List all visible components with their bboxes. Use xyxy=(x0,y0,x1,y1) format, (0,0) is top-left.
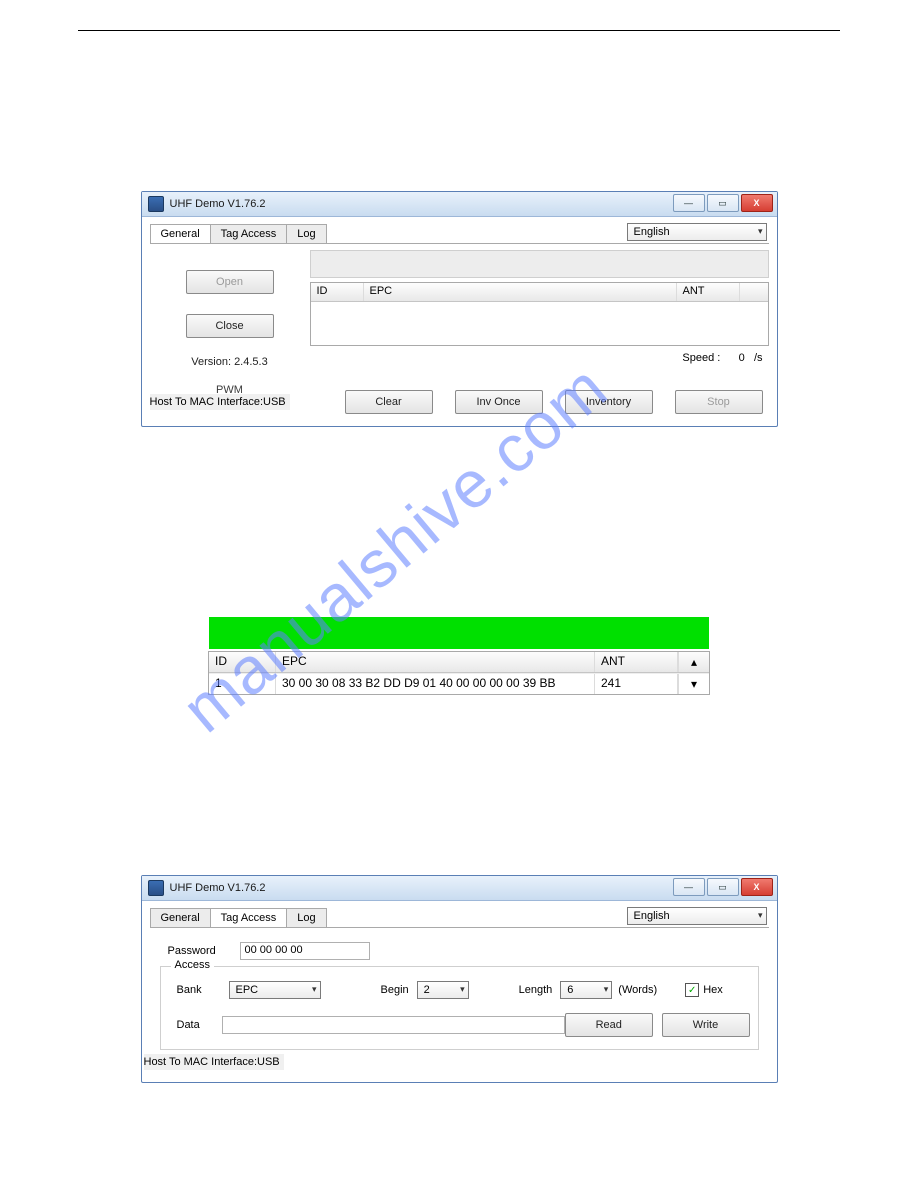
app-icon xyxy=(148,196,164,212)
data-input[interactable] xyxy=(222,1016,565,1034)
table-row[interactable]: 1 30 00 30 08 33 B2 DD D9 01 40 00 00 00… xyxy=(209,673,709,694)
password-label: Password xyxy=(168,945,240,957)
close-button[interactable]: X xyxy=(741,194,773,212)
close-button[interactable]: X xyxy=(741,878,773,896)
window-title: UHF Demo V1.76.2 xyxy=(170,198,266,210)
close-button-action[interactable]: Close xyxy=(186,314,274,338)
result-table: ID EPC ANT ▴ 1 30 00 30 08 33 B2 DD D9 0… xyxy=(208,651,710,695)
maximize-button[interactable]: ▭ xyxy=(707,194,739,212)
col-epc[interactable]: EPC xyxy=(364,283,677,301)
begin-select[interactable]: 2 xyxy=(417,981,469,999)
cell-id: 1 xyxy=(209,674,276,694)
clear-button[interactable]: Clear xyxy=(345,390,433,414)
length-select[interactable]: 6 xyxy=(560,981,612,999)
access-group: Access Bank EPC Begin 2 Length 6 (Words) xyxy=(160,966,759,1050)
bank-label: Bank xyxy=(177,984,229,996)
password-input[interactable]: 00 00 00 00 xyxy=(240,942,370,960)
tab-log[interactable]: Log xyxy=(286,908,326,927)
col-id[interactable]: ID xyxy=(311,283,364,301)
col-scroll xyxy=(740,283,768,301)
right-panel: ID EPC ANT Speed : 0 /s xyxy=(310,250,769,396)
bank-select[interactable]: EPC xyxy=(229,981,321,999)
cell-epc: 30 00 30 08 33 B2 DD D9 01 40 00 00 00 0… xyxy=(276,674,595,694)
tab-general[interactable]: General xyxy=(150,224,211,243)
tab-tag-access[interactable]: Tag Access xyxy=(210,224,288,243)
inv-once-button[interactable]: Inv Once xyxy=(455,390,543,414)
cell-ant: 241 xyxy=(595,674,678,694)
minimize-button[interactable]: — xyxy=(673,194,705,212)
length-label: Length xyxy=(519,984,553,996)
tab-tag-access[interactable]: Tag Access xyxy=(210,908,288,927)
begin-label: Begin xyxy=(381,984,409,996)
window-tag-access: UHF Demo V1.76.2 — ▭ X General Tag Acces… xyxy=(141,875,778,1083)
hex-checkbox[interactable]: ✓ xyxy=(685,983,699,997)
tab-general[interactable]: General xyxy=(150,908,211,927)
open-button[interactable]: Open xyxy=(186,270,274,294)
green-status-bar xyxy=(209,617,709,649)
minimize-button[interactable]: — xyxy=(673,878,705,896)
speed-line: Speed : 0 /s xyxy=(310,352,769,364)
left-panel: Open Close Version: 2.4.5.3 PWM xyxy=(150,250,310,396)
mid-col-ant[interactable]: ANT xyxy=(595,652,678,672)
app-icon xyxy=(148,880,164,896)
language-select[interactable]: English xyxy=(627,223,767,241)
host-line: Host To MAC Interface:USB xyxy=(144,1054,284,1070)
scroll-down-icon[interactable]: ▾ xyxy=(678,674,709,694)
mid-col-epc[interactable]: EPC xyxy=(276,652,595,672)
titlebar: UHF Demo V1.76.2 — ▭ X xyxy=(142,192,777,217)
window-title: UHF Demo V1.76.2 xyxy=(170,882,266,894)
inventory-button[interactable]: Inventory xyxy=(565,390,653,414)
words-label: (Words) xyxy=(618,984,657,996)
scroll-up-icon[interactable]: ▴ xyxy=(678,652,709,672)
data-label: Data xyxy=(177,1019,223,1031)
hex-label: Hex xyxy=(703,984,723,996)
window-general: UHF Demo V1.76.2 — ▭ X General Tag Acces… xyxy=(141,191,778,427)
version-label: Version: 2.4.5.3 xyxy=(191,356,267,368)
language-select[interactable]: English xyxy=(627,907,767,925)
read-button[interactable]: Read xyxy=(565,1013,653,1037)
tags-listview[interactable]: ID EPC ANT xyxy=(310,282,769,346)
status-box xyxy=(310,250,769,278)
tab-log[interactable]: Log xyxy=(286,224,326,243)
maximize-button[interactable]: ▭ xyxy=(707,878,739,896)
col-ant[interactable]: ANT xyxy=(677,283,740,301)
tab-row: General Tag Access Log English xyxy=(150,221,769,244)
titlebar: UHF Demo V1.76.2 — ▭ X xyxy=(142,876,777,901)
group-title: Access xyxy=(171,959,214,971)
tab-row: General Tag Access Log English xyxy=(150,905,769,928)
write-button[interactable]: Write xyxy=(662,1013,750,1037)
stop-button[interactable]: Stop xyxy=(675,390,763,414)
mid-col-id[interactable]: ID xyxy=(209,652,276,672)
host-line: Host To MAC Interface:USB xyxy=(150,394,290,410)
